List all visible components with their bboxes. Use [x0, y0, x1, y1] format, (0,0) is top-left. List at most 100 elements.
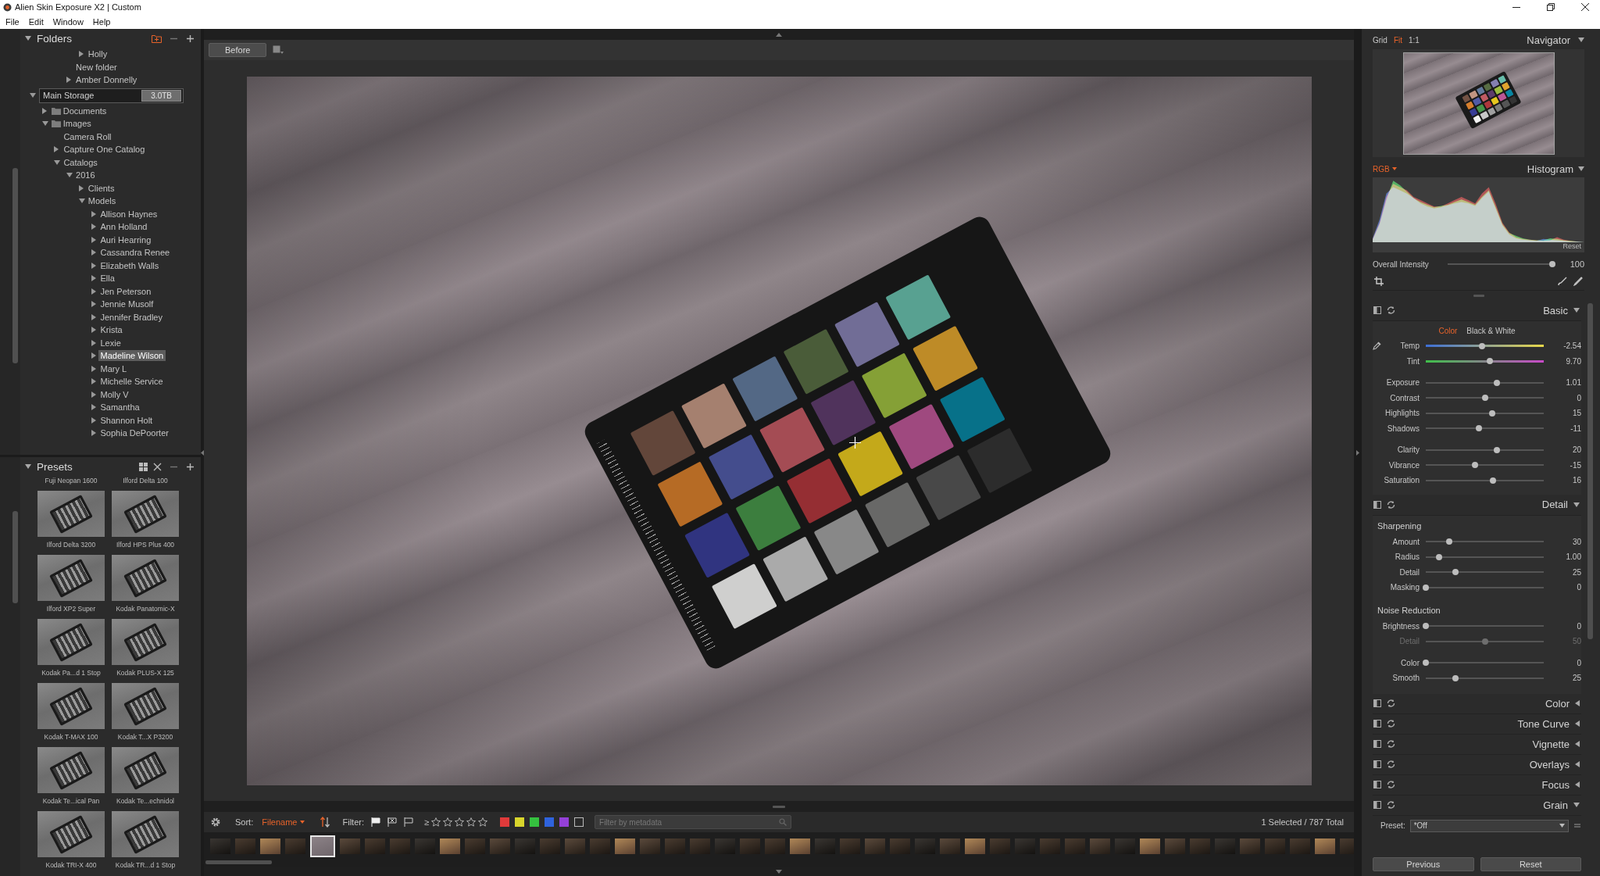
mode-tab[interactable]: Color [1438, 326, 1458, 336]
caret-left-icon[interactable] [1575, 720, 1580, 727]
reset-icon[interactable] [1385, 718, 1397, 729]
filmstrip-thumbnail[interactable] [764, 838, 786, 854]
caret-down-icon[interactable] [25, 35, 32, 41]
folder-row[interactable]: Documents [20, 104, 201, 118]
slider-knob[interactable] [1422, 584, 1429, 591]
bottom-collapse-bar[interactable] [203, 866, 1354, 876]
metadata-search[interactable] [594, 814, 792, 829]
slider-knob[interactable] [1489, 477, 1497, 484]
filmstrip-thumbnail[interactable] [614, 838, 636, 854]
filmstrip-thumbnail[interactable] [889, 838, 911, 854]
slider-knob[interactable] [1446, 538, 1453, 545]
preset-item[interactable]: Ilford XP2 Super [35, 554, 107, 619]
section-header[interactable]: Tone Curve [1372, 714, 1582, 735]
filmstrip-thumbnail[interactable] [714, 838, 736, 854]
drive-row[interactable]: Main Storage 3.0TB [20, 86, 201, 105]
collapse-down-icon[interactable] [775, 869, 783, 874]
folder-row[interactable]: Amber Donnelly [20, 73, 201, 87]
filmstrip-thumbnail[interactable] [210, 838, 231, 854]
preset-item[interactable]: Kodak Te...echnidol [110, 746, 181, 811]
rating-filter[interactable] [431, 817, 488, 827]
filmstrip-thumbnail[interactable] [339, 838, 361, 854]
collapsed-arrow-icon[interactable] [91, 210, 97, 218]
filmstrip-thumbnail[interactable] [639, 838, 661, 854]
collapsed-arrow-icon[interactable] [91, 339, 97, 347]
filmstrip-thumbnail[interactable] [1164, 838, 1186, 854]
toggle-icon[interactable] [1372, 500, 1383, 510]
before-button[interactable]: Before [208, 42, 267, 58]
collapsed-arrow-icon[interactable] [91, 352, 97, 359]
collapsed-arrow-icon[interactable] [91, 326, 97, 333]
slider-value[interactable]: 16 [1550, 475, 1582, 485]
slider-value[interactable]: 0 [1550, 658, 1582, 668]
star-icon[interactable] [478, 817, 488, 827]
collapse-right-icon[interactable] [1356, 450, 1360, 456]
collapsed-arrow-icon[interactable] [78, 50, 84, 58]
slider-knob[interactable] [1486, 357, 1493, 365]
slider-knob[interactable] [1489, 410, 1496, 417]
color-swatch[interactable] [529, 817, 540, 827]
collapsed-arrow-icon[interactable] [91, 378, 97, 385]
add-folder-icon[interactable] [151, 34, 162, 43]
preset-item[interactable]: Kodak TR...d 1 Stop [110, 810, 181, 875]
collapsed-arrow-icon[interactable] [91, 236, 97, 243]
star-icon[interactable] [442, 817, 453, 827]
section-header[interactable]: Focus [1372, 775, 1582, 796]
slider[interactable] [1425, 537, 1544, 546]
filmstrip-thumbnail[interactable] [839, 838, 861, 854]
panel-splitter[interactable] [1353, 28, 1362, 876]
slider[interactable] [1425, 378, 1544, 387]
caret-left-icon[interactable] [1575, 760, 1580, 768]
slider-value[interactable]: -11 [1550, 424, 1582, 433]
section-header[interactable]: Vignette [1372, 734, 1582, 755]
preset-item[interactable]: Ilford HPS Plus 400 [110, 490, 181, 555]
slider-value[interactable]: 30 [1550, 537, 1582, 547]
collapsed-arrow-icon[interactable] [91, 249, 97, 256]
section-header[interactable]: Detail [1372, 494, 1582, 516]
drive-box[interactable]: Main Storage 3.0TB [39, 88, 184, 104]
footer-button[interactable]: Previous [1372, 857, 1475, 872]
filmstrip-thumbnail[interactable] [564, 838, 586, 854]
slider-knob[interactable] [1422, 659, 1429, 666]
slider-knob[interactable] [1493, 446, 1500, 454]
preset-item[interactable]: Kodak Panatomic-X [110, 554, 181, 619]
preset-item[interactable]: Fuji Neopan 1600 [35, 475, 107, 491]
caret-down-icon[interactable] [1573, 502, 1580, 508]
color-swatch[interactable] [559, 817, 569, 827]
expanded-arrow-icon[interactable] [78, 198, 86, 204]
folder-row[interactable]: Catalogs [20, 156, 201, 170]
top-collapse-bar[interactable] [203, 28, 1354, 40]
filmstrip-thumbnail[interactable] [489, 838, 511, 854]
section-header[interactable]: Basic [1372, 300, 1582, 322]
filmstrip-thumbnail[interactable] [864, 838, 886, 854]
panel-header[interactable]: Folders [20, 28, 201, 48]
reset-icon[interactable] [1385, 698, 1397, 708]
filmstrip-thumbnail[interactable] [1239, 838, 1261, 854]
preset-item[interactable]: Kodak T-MAX 100 [35, 682, 107, 747]
filmstrip-thumbnail[interactable] [464, 838, 486, 854]
slider[interactable] [1447, 260, 1555, 268]
expanded-arrow-icon[interactable] [42, 121, 49, 126]
histogram-reset[interactable]: Reset [1562, 242, 1582, 253]
filmstrip-thumbnail[interactable] [364, 838, 386, 854]
pencil-icon[interactable] [1573, 276, 1583, 286]
search-input[interactable] [599, 817, 779, 828]
color-swatch[interactable] [544, 817, 554, 827]
caret-down-icon[interactable] [1578, 166, 1585, 172]
filmstrip-thumbnail[interactable] [389, 838, 411, 854]
toggle-icon[interactable] [1372, 759, 1383, 769]
filmstrip-splitter[interactable] [203, 800, 1354, 812]
scrollbar[interactable] [0, 28, 21, 455]
menu-item[interactable]: Help [88, 15, 116, 29]
caret-left-icon[interactable] [1575, 740, 1580, 747]
close-icon[interactable] [1581, 3, 1590, 11]
preset-menu-icon[interactable] [1573, 821, 1582, 830]
folder-row[interactable]: Shannon Holt [20, 414, 201, 428]
scrollbar-thumb[interactable] [12, 167, 18, 364]
slider-knob[interactable] [1482, 394, 1489, 401]
collapsed-arrow-icon[interactable] [53, 146, 59, 153]
collapsed-arrow-icon[interactable] [91, 288, 97, 295]
scrollbar[interactable] [1584, 300, 1600, 854]
slider[interactable] [1425, 409, 1544, 418]
filmstrip-thumbnail[interactable] [689, 838, 711, 854]
